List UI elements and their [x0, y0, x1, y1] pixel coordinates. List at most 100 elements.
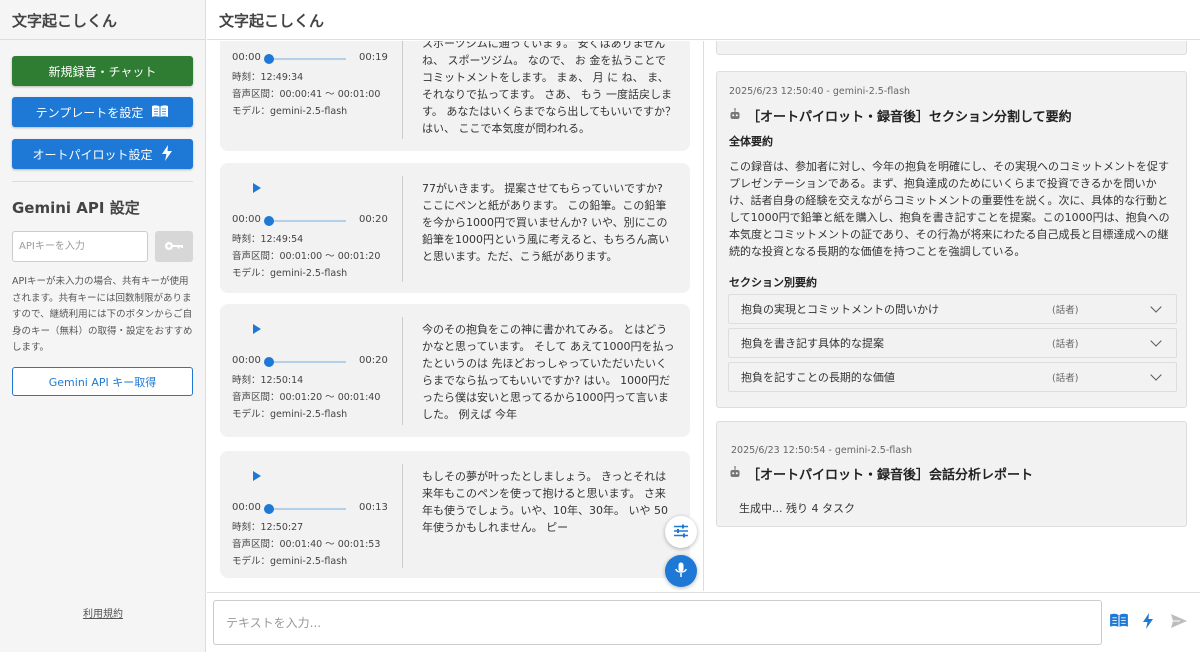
key-icon [164, 240, 184, 254]
time-end: 00:19 [359, 52, 388, 63]
transcript-card: 00:00 00:20 時刻：12:49:54 音声区間：00:01:00 〜 … [220, 163, 690, 293]
seek-handle[interactable] [264, 216, 274, 226]
robot-icon [729, 465, 741, 482]
bolt-icon [161, 144, 173, 164]
api-note: APIキーが未入力の場合、共有キーが使用されます。共有キーには回数制限があります… [12, 276, 193, 353]
clock-label: 時刻：12:50:14 [232, 375, 304, 386]
robot-icon [729, 107, 741, 124]
section-accordion[interactable]: 抱負を記すことの長期的な価値 (話者) [728, 362, 1177, 392]
section-speaker: (話者) [1052, 305, 1079, 316]
new-recording-label: 新規録音・チャット [48, 64, 157, 79]
sidebar-divider [12, 181, 193, 182]
api-key-input[interactable] [12, 231, 148, 262]
section-accordion[interactable]: 抱負の実現とコミットメントの問いかけ (話者) [728, 294, 1177, 324]
model-label: モデル：gemini-2.5-flash [232, 268, 348, 279]
chevron-down-icon [1150, 301, 1162, 313]
template-label: テンプレートを設定 [35, 105, 144, 120]
time-start: 00:00 [232, 214, 261, 225]
send-icon[interactable] [1170, 613, 1188, 629]
divider [402, 464, 403, 568]
time-start: 00:00 [232, 502, 261, 513]
clock-label: 時刻：12:50:27 [232, 522, 304, 533]
book-icon[interactable] [1109, 612, 1129, 628]
terms-link[interactable]: 利用規約 [0, 605, 206, 620]
result-title-text: ［オートパイロット・録音後］会話分析レポート [747, 468, 1034, 483]
time-start: 00:00 [232, 355, 261, 366]
chevron-down-icon [1150, 369, 1162, 381]
seek-handle[interactable] [264, 357, 274, 367]
divider [402, 317, 403, 425]
clock-label: 時刻：12:49:34 [232, 72, 304, 83]
seek-handle[interactable] [264, 504, 274, 514]
overall-summary-text: この録音は、参加者に対し、今年の抱負を明確にし、その実現へのコミットメントを促す… [729, 160, 1170, 258]
result-title: ［オートパイロット・録音後］セクション分割して要約 [729, 106, 1072, 125]
transcript-card: 00:00 00:20 時刻：12:50:14 音声区間：00:01:20 〜 … [220, 304, 690, 437]
time-end: 00:13 [359, 502, 388, 513]
save-key-button[interactable] [155, 231, 193, 262]
record-button[interactable] [665, 555, 697, 587]
seek-track[interactable] [268, 508, 346, 510]
sidebar-title: 文字起こしくん [0, 0, 205, 40]
api-settings-heading: Gemini API 設定 [12, 199, 140, 217]
result-title-text: ［オートパイロット・録音後］セクション分割して要約 [747, 110, 1072, 125]
tune-icon [673, 524, 689, 541]
transcript-card: 00:00 00:13 時刻：12:50:27 音声区間：00:01:40 〜 … [220, 451, 690, 578]
chevron-down-icon [1150, 335, 1162, 347]
model-label: モデル：gemini-2.5-flash [232, 409, 348, 420]
transcript-text: 今のその抱負をこの神に書かれてみる。 とはどうかなと思っています。 そして あえ… [422, 323, 675, 421]
autopilot-label: オートパイロット設定 [32, 147, 153, 162]
template-button[interactable]: テンプレートを設定 [12, 97, 193, 127]
seek-track[interactable] [268, 220, 346, 222]
transcript-text: もしその夢が叶ったとしましょう。 きっとそれは来年もこのペンを使って抱けると思い… [422, 470, 668, 534]
section-speaker: (話者) [1052, 339, 1079, 350]
transcript-card: 00:00 00:19 時刻：12:49:34 音声区間：00:00:41 〜 … [220, 41, 690, 151]
play-icon[interactable] [253, 471, 261, 481]
get-api-key-button[interactable]: Gemini API キー取得 [12, 367, 193, 396]
time-end: 00:20 [359, 355, 388, 366]
generating-status: 生成中... 残り 4 タスク [739, 502, 855, 515]
result-timestamp: 2025/6/23 12:50:40 - gemini-2.5-flash [729, 86, 911, 97]
play-icon[interactable] [253, 324, 261, 334]
transcript-text: スポーツジムに通っています。 安くはありませんね、 スポーツジム。 なので、 お… [422, 41, 676, 135]
section-label: 抱負を書き記す具体的な提案 [741, 337, 884, 350]
result-timestamp: 2025/6/23 12:50:54 - gemini-2.5-flash [731, 445, 913, 456]
mic-icon [675, 562, 687, 581]
time-end: 00:20 [359, 214, 388, 225]
message-bar [207, 592, 1200, 652]
result-card: 2025/6/23 12:50:54 - gemini-2.5-flash ［オ… [716, 421, 1187, 527]
transcript-list: 00:00 00:19 時刻：12:49:34 音声区間：00:00:41 〜 … [207, 41, 704, 591]
page-title: 文字起こしくん [207, 0, 1200, 40]
section-label: 抱負の実現とコミットメントの問いかけ [741, 303, 939, 316]
seek-track[interactable] [268, 58, 346, 60]
overall-summary-heading: 全体要約 [729, 135, 773, 148]
play-icon[interactable] [253, 183, 261, 193]
range-label: 音声区間：00:00:41 〜 00:01:00 [232, 89, 381, 100]
results-panel: 2025/6/23 12:50:40 - gemini-2.5-flash ［オ… [705, 41, 1200, 591]
divider [402, 176, 403, 282]
section-summary-heading: セクション別要約 [729, 276, 817, 289]
result-card: 2025/6/23 12:50:40 - gemini-2.5-flash ［オ… [716, 71, 1187, 408]
range-label: 音声区間：00:01:40 〜 00:01:53 [232, 539, 381, 550]
get-api-key-label: Gemini API キー取得 [48, 375, 157, 389]
section-label: 抱負を記すことの長期的な価値 [741, 371, 895, 384]
clock-label: 時刻：12:49:54 [232, 234, 304, 245]
seek-track[interactable] [268, 361, 346, 363]
model-label: モデル：gemini-2.5-flash [232, 556, 348, 567]
section-speaker: (話者) [1052, 373, 1079, 384]
transcript-text: 77がいきます。 提案させてもらっていいですか? ここにペンと紙があります。 こ… [422, 182, 670, 263]
range-label: 音声区間：00:01:20 〜 00:01:40 [232, 392, 381, 403]
section-accordion[interactable]: 抱負を書き記す具体的な提案 (話者) [728, 328, 1177, 358]
sidebar: 文字起こしくん 新規録音・チャット テンプレートを設定 オートパイロット設定 G… [0, 0, 206, 652]
message-input[interactable] [213, 600, 1102, 645]
seek-handle[interactable] [264, 54, 274, 64]
time-start: 00:00 [232, 52, 261, 63]
autopilot-button[interactable]: オートパイロット設定 [12, 139, 193, 169]
new-recording-button[interactable]: 新規録音・チャット [12, 56, 193, 86]
bolt-icon[interactable] [1142, 613, 1154, 629]
result-card [716, 41, 1187, 55]
book-icon [151, 104, 169, 121]
model-label: モデル：gemini-2.5-flash [232, 106, 348, 117]
tune-button[interactable] [665, 516, 697, 548]
result-title: ［オートパイロット・録音後］会話分析レポート [729, 464, 1033, 483]
range-label: 音声区間：00:01:00 〜 00:01:20 [232, 251, 381, 262]
